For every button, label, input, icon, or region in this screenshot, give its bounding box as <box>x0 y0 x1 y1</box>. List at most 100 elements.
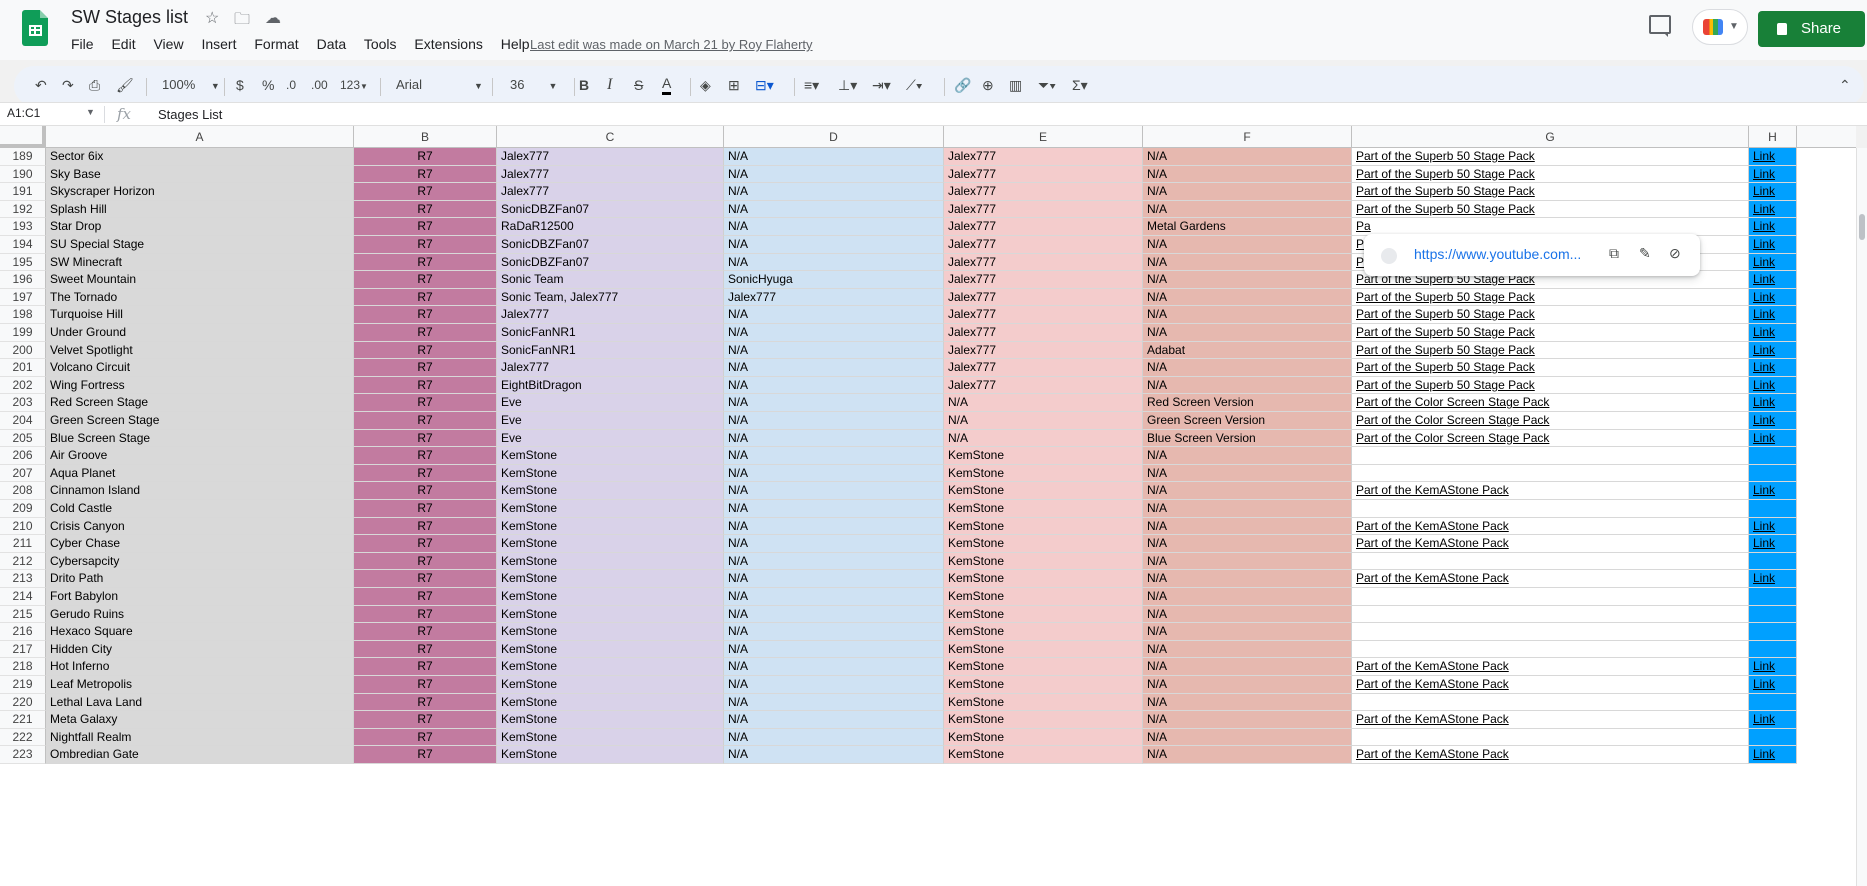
cell-g[interactable]: Part of the KemAStone Pack <box>1352 746 1749 764</box>
cell-c[interactable]: KemStone <box>497 693 724 712</box>
cell-c[interactable]: Sonic Team, Jalex777 <box>497 288 724 307</box>
cell-d[interactable]: N/A <box>724 412 944 430</box>
row-number[interactable]: 215 <box>0 605 46 624</box>
cell-b[interactable]: R7 <box>354 429 497 448</box>
cell-f[interactable]: N/A <box>1143 288 1352 307</box>
row-number[interactable]: 221 <box>0 711 46 729</box>
cell-d[interactable]: SonicHyuga <box>724 271 944 289</box>
cell-a[interactable]: Drito Path <box>46 570 354 588</box>
cell-e[interactable]: KemStone <box>944 693 1143 712</box>
cell-h[interactable]: Link <box>1749 482 1797 500</box>
cell-a[interactable]: Sector 6ix <box>46 148 354 166</box>
cell-h[interactable]: Link <box>1749 429 1797 448</box>
cell-e[interactable]: KemStone <box>944 676 1143 694</box>
insert-comment-icon[interactable]: ⊕ <box>982 75 994 95</box>
cell-c[interactable]: Eve <box>497 429 724 448</box>
cell-b[interactable]: R7 <box>354 500 497 518</box>
cell-b[interactable]: R7 <box>354 447 497 465</box>
cell-c[interactable]: KemStone <box>497 535 724 553</box>
share-button[interactable]: Share <box>1758 11 1865 47</box>
cell-g[interactable]: Part of the Superb 50 Stage Pack <box>1352 148 1749 166</box>
cell-h[interactable]: Link <box>1749 288 1797 307</box>
cell-d[interactable]: N/A <box>724 552 944 571</box>
cell-d[interactable]: N/A <box>724 693 944 712</box>
cell-a[interactable]: Gerudo Ruins <box>46 605 354 624</box>
cell-c[interactable]: SonicFanNR1 <box>497 341 724 360</box>
cell-g[interactable]: Part of the Color Screen Stage Pack <box>1352 429 1749 448</box>
cell-d[interactable]: N/A <box>724 253 944 272</box>
cell-e[interactable]: KemStone <box>944 640 1143 659</box>
chevron-down-icon[interactable]: ▼ <box>86 107 95 117</box>
document-title[interactable]: SW Stages list <box>71 7 188 28</box>
cell-b[interactable]: R7 <box>354 376 497 395</box>
number-format-select[interactable]: 123▼ <box>340 75 368 97</box>
cell-f[interactable]: N/A <box>1143 746 1352 764</box>
cell-d[interactable]: N/A <box>724 500 944 518</box>
column-header-f[interactable]: F <box>1143 126 1352 148</box>
row-number[interactable]: 213 <box>0 570 46 588</box>
star-icon[interactable]: ☆ <box>205 8 219 28</box>
cell-f[interactable]: N/A <box>1143 253 1352 272</box>
filter-icon[interactable]: ⏷▾ <box>1038 75 1056 95</box>
bold-icon[interactable]: B <box>579 75 589 95</box>
cell-b[interactable]: R7 <box>354 148 497 166</box>
cell-e[interactable]: N/A <box>944 429 1143 448</box>
cell-c[interactable]: Jalex777 <box>497 165 724 184</box>
cell-d[interactable]: N/A <box>724 148 944 166</box>
cell-d[interactable]: N/A <box>724 517 944 536</box>
cell-b[interactable]: R7 <box>354 359 497 377</box>
text-wrapping-icon[interactable]: ⇥▾ <box>872 75 891 95</box>
column-header-g[interactable]: G <box>1352 126 1749 148</box>
cell-e[interactable]: Jalex777 <box>944 165 1143 184</box>
cell-e[interactable]: KemStone <box>944 482 1143 500</box>
cell-g[interactable] <box>1352 588 1749 606</box>
cell-g[interactable]: Part of the KemAStone Pack <box>1352 517 1749 536</box>
paint-format-icon[interactable]: 🖌 <box>116 75 134 95</box>
font-select[interactable]: Arial ▼ <box>396 75 483 96</box>
cell-c[interactable]: KemStone <box>497 570 724 588</box>
cell-c[interactable]: KemStone <box>497 711 724 729</box>
cell-a[interactable]: Cinnamon Island <box>46 482 354 500</box>
cell-g[interactable] <box>1352 552 1749 571</box>
cell-f[interactable]: N/A <box>1143 711 1352 729</box>
cell-b[interactable]: R7 <box>354 253 497 272</box>
cell-g[interactable]: Part of the Superb 50 Stage Pack <box>1352 165 1749 184</box>
cell-h[interactable]: Link <box>1749 517 1797 536</box>
cell-h[interactable]: Link <box>1749 412 1797 430</box>
cell-f[interactable]: N/A <box>1143 552 1352 571</box>
cell-a[interactable]: Red Screen Stage <box>46 394 354 412</box>
currency-format-button[interactable]: $ <box>236 75 244 95</box>
cell-c[interactable]: RaDaR12500 <box>497 218 724 236</box>
cell-b[interactable]: R7 <box>354 746 497 764</box>
cell-d[interactable]: N/A <box>724 464 944 483</box>
cell-e[interactable]: KemStone <box>944 746 1143 764</box>
row-number[interactable]: 214 <box>0 588 46 606</box>
redo-icon[interactable]: ↷ <box>62 75 74 95</box>
cell-g[interactable] <box>1352 447 1749 465</box>
cell-h[interactable]: Link <box>1749 183 1797 201</box>
menu-file[interactable]: File <box>71 36 94 52</box>
cell-b[interactable]: R7 <box>354 535 497 553</box>
menu-data[interactable]: Data <box>317 36 347 52</box>
cell-h[interactable]: Link <box>1749 746 1797 764</box>
scrollbar-thumb[interactable] <box>1859 214 1865 240</box>
row-number[interactable]: 192 <box>0 200 46 219</box>
cell-f[interactable]: N/A <box>1143 517 1352 536</box>
cell-c[interactable]: Sonic Team <box>497 271 724 289</box>
row-number[interactable]: 205 <box>0 429 46 448</box>
functions-icon[interactable]: Σ▾ <box>1072 75 1088 95</box>
cell-h[interactable]: Link <box>1749 341 1797 360</box>
cell-b[interactable]: R7 <box>354 658 497 676</box>
cell-f[interactable]: N/A <box>1143 570 1352 588</box>
cell-a[interactable]: Leaf Metropolis <box>46 676 354 694</box>
cell-g[interactable]: Part of the Superb 50 Stage Pack <box>1352 306 1749 324</box>
strikethrough-icon[interactable]: S <box>634 75 643 95</box>
cell-c[interactable]: KemStone <box>497 623 724 641</box>
cell-a[interactable]: Nightfall Realm <box>46 728 354 747</box>
cell-g[interactable] <box>1352 500 1749 518</box>
cell-a[interactable]: SU Special Stage <box>46 236 354 254</box>
cell-a[interactable]: Hidden City <box>46 640 354 659</box>
cell-b[interactable]: R7 <box>354 728 497 747</box>
cell-g[interactable]: Part of the KemAStone Pack <box>1352 676 1749 694</box>
cell-h[interactable] <box>1749 640 1797 659</box>
